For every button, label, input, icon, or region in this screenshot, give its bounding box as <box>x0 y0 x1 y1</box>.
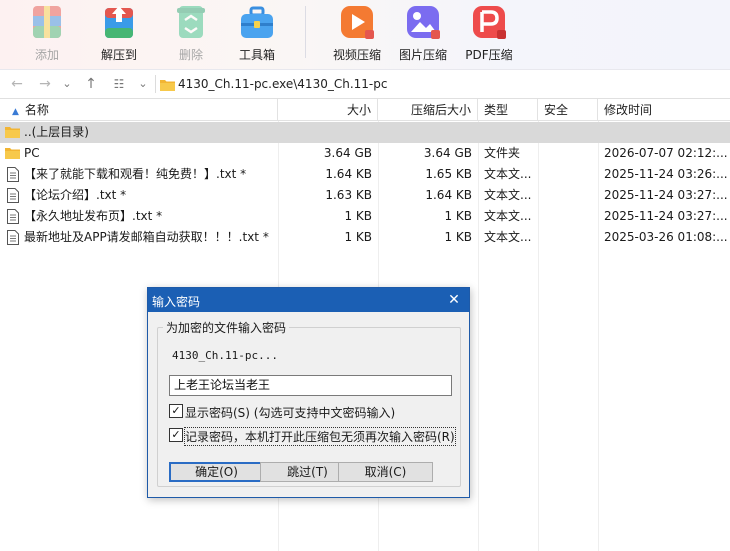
cancel-button[interactable]: 取消(C) <box>338 462 433 482</box>
dialog-title: 输入密码 <box>152 295 201 309</box>
archive-filename: 4130_Ch.11-pc... <box>172 349 278 362</box>
forward-arrow-icon[interactable]: → <box>36 75 54 93</box>
toolbox-icon <box>241 6 273 38</box>
cell-modified: 2025-11-24 03:27:... <box>604 188 728 202</box>
column-header-packed[interactable]: 压缩后大小 <box>378 99 478 121</box>
extract-to-label: 解压到 <box>100 48 137 62</box>
cell-name: ..(上层目录) <box>24 125 89 139</box>
cell-security <box>538 122 598 143</box>
cell-type: 文件夹 <box>484 146 521 160</box>
extract-to-button[interactable]: 解压到 <box>88 2 150 66</box>
table-row-parent[interactable]: ..(上层目录) <box>0 122 730 143</box>
archive-add-icon <box>33 6 61 38</box>
table-row[interactable]: PC 3.64 GB 3.64 GB 文件夹 2026-07-07 02:12:… <box>0 143 730 164</box>
pdf-compress-button[interactable]: PDF压缩 <box>458 2 520 66</box>
cell-type: 文本文... <box>484 209 532 223</box>
cell-name: 【来了就能下载和观看！纯免费！】.txt * <box>24 167 247 181</box>
add-label: 添加 <box>34 48 59 62</box>
add-button[interactable]: 添加 <box>16 2 78 66</box>
cell-security <box>538 227 598 248</box>
table-row[interactable]: 【来了就能下载和观看！纯免费！】.txt * 1.64 KB 1.65 KB 文… <box>0 164 730 185</box>
toolbar-divider <box>305 6 306 58</box>
cell-security <box>538 206 598 227</box>
cell-size: 1.64 KB <box>325 167 372 181</box>
delete-button[interactable]: 删除 <box>160 2 222 66</box>
cell-packed: 1.64 KB <box>425 188 472 202</box>
image-compress-icon <box>407 6 440 39</box>
recycle-bin-icon <box>177 6 205 38</box>
cell-type: 文本文... <box>484 167 532 181</box>
cell-packed: 3.64 GB <box>423 146 472 160</box>
column-name-label: 名称 <box>24 103 49 117</box>
ok-button[interactable]: 确定(O) <box>169 462 264 482</box>
image-compress-label: 图片压缩 <box>398 48 447 62</box>
cell-security <box>538 185 598 206</box>
password-dialog: 输入密码 ✕ 为加密的文件输入密码 4130_Ch.11-pc... 上老王论坛… <box>147 287 470 498</box>
cell-packed <box>378 122 478 143</box>
view-chevron-down-icon[interactable]: ⌄ <box>134 75 152 93</box>
video-compress-button[interactable]: 视频压缩 <box>326 2 388 66</box>
remember-password-label[interactable]: 记录密码，本机打开此压缩包无须再次输入密码(R) <box>184 427 456 446</box>
cell-type: 文本文... <box>484 188 532 202</box>
table-row[interactable]: 【永久地址发布页】.txt * 1 KB 1 KB 文本文... 2025-11… <box>0 206 730 227</box>
show-password-checkbox[interactable]: ✓ <box>169 404 183 418</box>
toolbox-button[interactable]: 工具箱 <box>226 2 288 66</box>
cell-modified: 2025-03-26 01:08:... <box>604 230 728 244</box>
extract-icon <box>105 6 133 38</box>
video-compress-icon <box>341 6 374 39</box>
cell-modified: 2026-07-07 02:12:... <box>604 146 728 160</box>
cell-packed: 1.65 KB <box>425 167 472 181</box>
view-mode-icon[interactable]: ☷ <box>110 75 128 93</box>
cell-packed: 1 KB <box>444 230 472 244</box>
group-title: 为加密的文件输入密码 <box>163 319 290 336</box>
column-header-size[interactable]: 大小 <box>278 99 378 121</box>
main-toolbar: 添加 解压到 删除 工具箱 视频压缩 图片压缩 PDF压缩 <box>0 0 730 70</box>
cell-name: PC <box>24 146 40 160</box>
cell-type: 文本文... <box>484 230 532 244</box>
close-icon[interactable]: ✕ <box>445 291 463 309</box>
cell-size: 1.63 KB <box>325 188 372 202</box>
cell-size <box>278 122 378 143</box>
pdf-compress-label: PDF压缩 <box>465 48 513 62</box>
table-row[interactable]: 【论坛介绍】.txt * 1.63 KB 1.64 KB 文本文... 2025… <box>0 185 730 206</box>
column-header-type[interactable]: 类型 <box>478 99 538 121</box>
password-input[interactable]: 上老王论坛当老王 <box>169 375 452 396</box>
column-header-name[interactable]: ▲ 名称 <box>0 99 278 121</box>
address-bar: ← → ⌄ ↑ ☷ ⌄ 4130_Ch.11-pc.exe\4130_Ch.11… <box>0 70 730 99</box>
column-header-security[interactable]: 安全 <box>538 99 598 121</box>
remember-password-checkbox[interactable]: ✓ <box>169 428 183 442</box>
image-compress-button[interactable]: 图片压缩 <box>392 2 454 66</box>
cell-packed: 1 KB <box>444 209 472 223</box>
cell-name: 最新地址及APP请发邮箱自动获取！！！.txt * <box>24 230 269 244</box>
address-divider <box>155 75 156 93</box>
cell-type <box>478 122 538 143</box>
dialog-titlebar[interactable]: 输入密码 ✕ <box>148 288 469 312</box>
folder-icon <box>160 80 175 91</box>
sort-arrow-up-icon: ▲ <box>12 107 19 117</box>
pdf-compress-icon <box>473 6 506 39</box>
cell-size: 3.64 GB <box>323 146 372 160</box>
cell-security <box>538 164 598 185</box>
table-row[interactable]: 最新地址及APP请发邮箱自动获取！！！.txt * 1 KB 1 KB 文本文.… <box>0 227 730 248</box>
cell-name: 【论坛介绍】.txt * <box>24 188 127 202</box>
cell-security <box>538 143 598 164</box>
address-path[interactable]: 4130_Ch.11-pc.exe\4130_Ch.11-pc <box>178 77 387 91</box>
cell-size: 1 KB <box>344 209 372 223</box>
column-header-modified[interactable]: 修改时间 <box>598 99 730 121</box>
cell-name: 【永久地址发布页】.txt * <box>24 209 163 223</box>
delete-label: 删除 <box>178 48 203 62</box>
cell-modified: 2025-11-24 03:27:... <box>604 209 728 223</box>
up-arrow-icon[interactable]: ↑ <box>82 75 100 93</box>
cell-modified <box>598 122 730 143</box>
video-compress-label: 视频压缩 <box>332 48 381 62</box>
back-arrow-icon[interactable]: ← <box>8 75 26 93</box>
list-header: ▲ 名称 大小 压缩后大小 类型 安全 修改时间 <box>0 99 730 121</box>
history-chevron-down-icon[interactable]: ⌄ <box>58 75 76 93</box>
show-password-label[interactable]: 显示密码(S) (勾选可支持中文密码输入) <box>185 404 395 421</box>
cell-modified: 2025-11-24 03:26:... <box>604 167 728 181</box>
toolbox-label: 工具箱 <box>238 48 275 62</box>
cell-size: 1 KB <box>344 230 372 244</box>
